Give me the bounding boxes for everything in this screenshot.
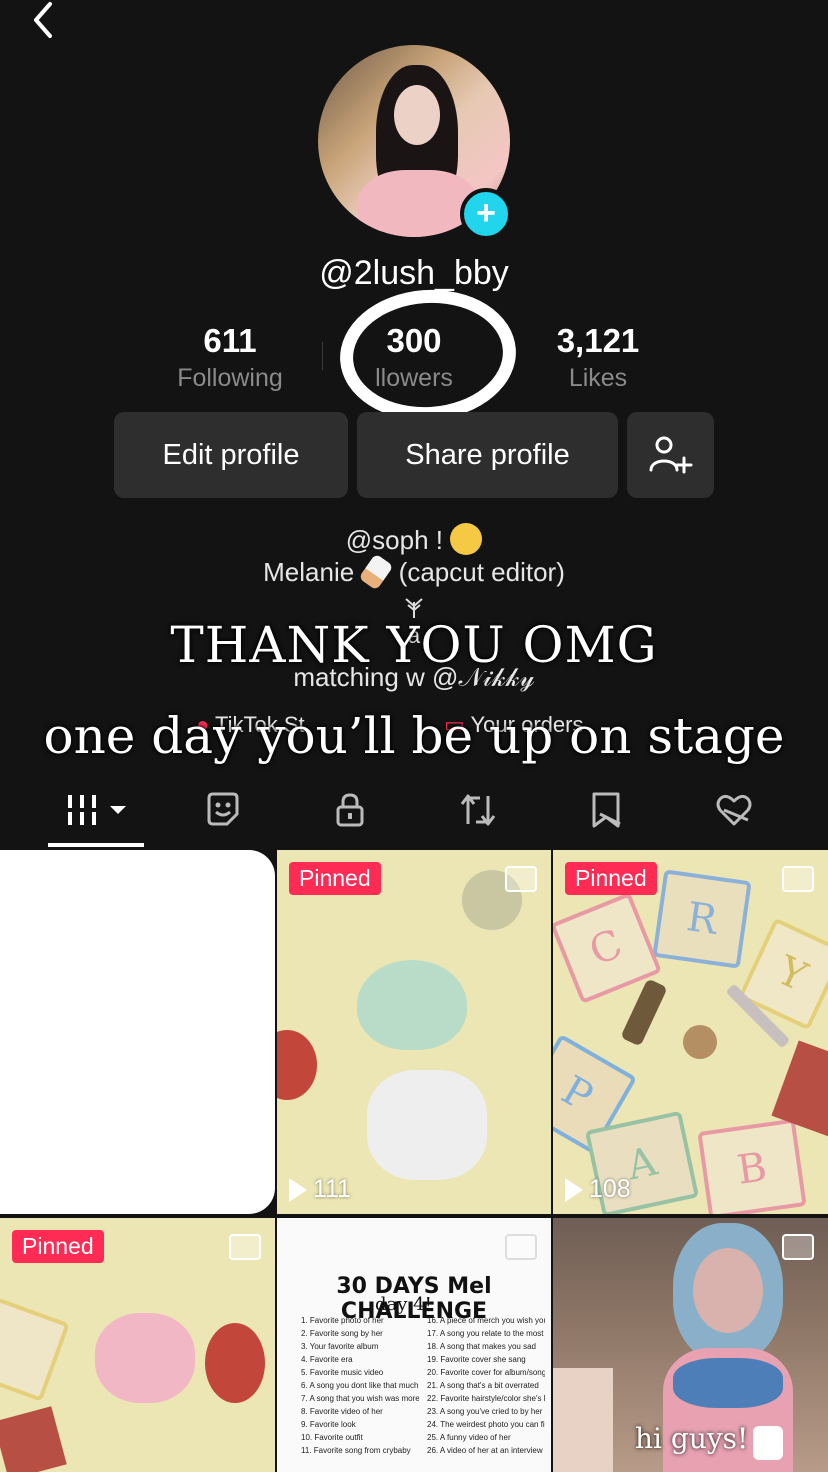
image-post-icon: [229, 1234, 261, 1260]
view-count: 108: [565, 1175, 631, 1204]
challenge-item: 7. A song that you wish was more famous: [301, 1394, 419, 1403]
pinned-badge: Pinned: [565, 862, 657, 895]
tab-favorites[interactable]: [582, 788, 630, 832]
share-profile-button[interactable]: Share profile: [357, 412, 618, 498]
challenge-item: 9. Favorite look: [301, 1420, 356, 1429]
hi-guys-caption: hi guys!: [635, 1422, 749, 1455]
tab-stickers[interactable]: [199, 788, 247, 832]
add-person-icon: [649, 436, 692, 474]
challenge-item: 10. Favorite outfit: [301, 1433, 363, 1442]
challenge-item: 23. A song you've cried to by her: [427, 1407, 543, 1416]
play-icon: [565, 1177, 583, 1202]
lock-icon: [336, 793, 364, 827]
baby-bottle-icon: [358, 553, 395, 591]
challenge-item: 4. Favorite era: [301, 1355, 353, 1364]
challenge-item: 5. Favorite music video: [301, 1368, 384, 1377]
challenge-item: 26. A video of her at an interview: [427, 1446, 543, 1455]
challenge-item: 22. Favorite hairstyle/color she's had/w…: [427, 1394, 545, 1403]
challenge-item: 1. Favorite photo of her: [301, 1316, 384, 1325]
image-post-icon: [505, 1234, 537, 1260]
edit-profile-button[interactable]: Edit profile: [114, 412, 348, 498]
video-tile-5[interactable]: 30 DAYS Mel CHALLENGE day 4! 1. Favorite…: [277, 1218, 551, 1472]
challenge-list-left: 1. Favorite photo of her 2. Favorite song…: [301, 1314, 419, 1457]
sticker-face-icon: [207, 792, 239, 826]
block-r: R: [652, 869, 752, 969]
following-stat[interactable]: 611 Following: [150, 322, 310, 393]
comment-icon: [753, 1426, 783, 1460]
video-tile-2[interactable]: Pinned 111: [277, 850, 551, 1214]
likes-label: Likes: [568, 364, 628, 392]
view-count-value: 108: [589, 1175, 631, 1203]
add-story-plus-icon[interactable]: +: [460, 188, 512, 240]
challenge-item: 2. Favorite song by her: [301, 1329, 383, 1338]
likes-stat[interactable]: 3,121 Likes: [518, 322, 678, 393]
challenge-item: 19. Favorite cover she sang: [427, 1355, 526, 1364]
challenge-item: 21. A song that's a bit overrated: [427, 1381, 539, 1390]
video-tile-4[interactable]: Pinned: [0, 1218, 275, 1472]
tab-reposts[interactable]: [454, 788, 502, 832]
challenge-item: 17. A song you relate to the most: [427, 1329, 544, 1338]
red-block: [0, 1406, 67, 1472]
smile-emoji-icon: [450, 523, 483, 555]
bio-melanie: Melanie: [263, 557, 355, 587]
challenge-item: 25. A funny video of her: [427, 1433, 511, 1442]
challenge-item: 24. The weirdest photo you can find of h…: [427, 1420, 545, 1429]
pinned-badge: Pinned: [289, 862, 381, 895]
add-friend-button[interactable]: [627, 412, 714, 498]
repost-icon: [460, 794, 496, 826]
challenge-item: 18. A song that makes you sad: [427, 1342, 536, 1351]
likes-count: 3,121: [556, 322, 640, 359]
challenge-item: 16. A piece of merch you wish you had: [427, 1316, 545, 1325]
bottle-figure: [620, 978, 668, 1047]
pink-lamb: [95, 1313, 195, 1403]
tab-private[interactable]: [326, 788, 374, 832]
block-b: B: [697, 1118, 807, 1214]
active-tab-indicator: [48, 843, 144, 847]
challenge-item: 11. Favorite song from crybaby: [301, 1446, 411, 1455]
image-post-icon: [782, 1234, 814, 1260]
rocking-horse: [367, 1070, 487, 1180]
challenge-item: 20. Favorite cover for album/song: [427, 1368, 545, 1377]
bio-line-2: Melanie (capcut editor): [0, 553, 828, 591]
grid-chevron-icon: [68, 795, 126, 825]
challenge-item: 6. A song you dont like that much: [301, 1381, 419, 1390]
view-count: 111: [289, 1175, 351, 1204]
cookie-figure: [683, 1025, 717, 1059]
red-toy: [205, 1323, 265, 1403]
play-icon: [289, 1177, 307, 1202]
back-button[interactable]: [28, 0, 58, 40]
blue-top: [673, 1358, 783, 1408]
bio-line-1: @soph !: [0, 523, 828, 556]
bunny-figure: [357, 960, 467, 1050]
stage-caption: one day you’ll be up on stage: [43, 707, 785, 765]
challenge-list-right: 16. A piece of merch you wish you had 17.…: [427, 1314, 545, 1457]
bookmark-hidden-icon: [592, 792, 621, 828]
view-count-value: 111: [313, 1175, 352, 1203]
red-toy: [277, 1030, 317, 1100]
video-tile-6[interactable]: hi guys!: [553, 1218, 828, 1472]
image-post-icon: [782, 866, 814, 892]
chevron-left-icon: [34, 2, 52, 38]
video-tile-3[interactable]: R C Y P A B Pinned 108: [553, 850, 828, 1214]
thank-you-caption: THANK YOU OMG: [170, 616, 658, 674]
following-count: 611: [203, 322, 257, 359]
pinned-badge: Pinned: [12, 1230, 104, 1263]
challenge-item: 8. Favorite video of her: [301, 1407, 383, 1416]
drawn-circle-annotation: [335, 284, 521, 426]
challenge-item: 3. Your favorite album: [301, 1342, 379, 1351]
image-post-icon: [505, 866, 537, 892]
following-label: Following: [177, 364, 283, 392]
tab-liked[interactable]: [710, 788, 758, 832]
block-yellow: [0, 1297, 70, 1402]
stat-divider: [322, 342, 323, 370]
cake-stand: [553, 1368, 613, 1472]
username-handle: @2lush_bby: [319, 254, 509, 292]
bio-name: @soph !: [345, 525, 443, 555]
video-tile-1[interactable]: [0, 850, 275, 1214]
bio-capcut: (capcut editor): [398, 557, 565, 587]
heart-hidden-icon: [716, 794, 752, 826]
face-figure: [693, 1248, 763, 1333]
challenge-day: day 4!: [375, 1294, 432, 1315]
tab-videos[interactable]: [64, 788, 134, 832]
